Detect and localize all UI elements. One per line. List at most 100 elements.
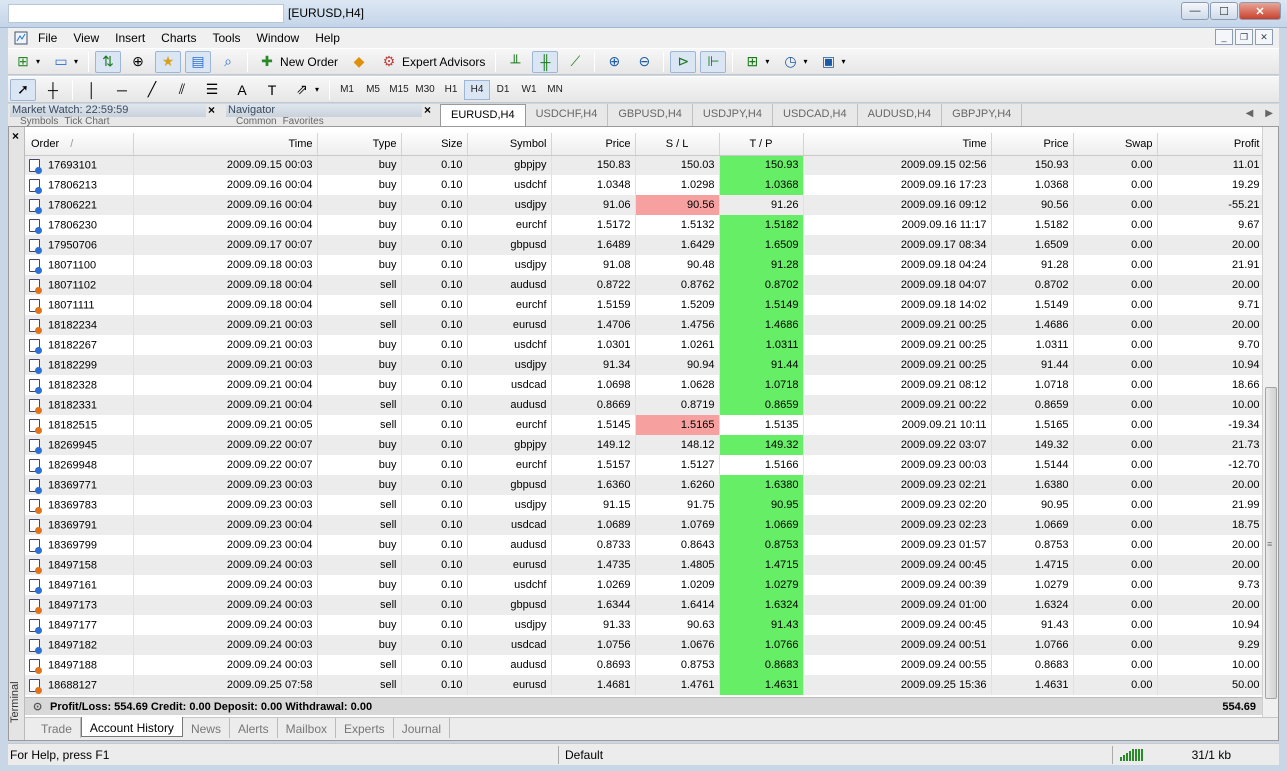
column-header-open-time[interactable]: Time (133, 133, 318, 156)
tab-right-arrow-icon[interactable]: ▶ (1265, 108, 1273, 119)
terminal-tab-trade[interactable]: Trade (33, 718, 81, 738)
strategy-tester-button[interactable]: ⌕ (215, 51, 241, 73)
arrows-button[interactable]: ⇗ ▾ (289, 79, 323, 101)
terminal-close-button[interactable]: × (12, 129, 19, 143)
periods-button[interactable]: ◷ ▾ (777, 51, 811, 73)
text-button[interactable]: A (229, 79, 255, 101)
market-watch-close-button[interactable]: × (208, 103, 215, 117)
line-chart-button[interactable]: ⟋ (562, 51, 588, 73)
templates-button[interactable]: ▣ ▾ (815, 51, 849, 73)
table-row[interactable]: 18269945 2009.09.22 00:07 buy 0.10 gbpjpy 149… (25, 435, 1265, 455)
zoom-out-button[interactable]: ⊖ (631, 51, 657, 73)
table-row[interactable]: 18497161 2009.09.24 00:03 buy 0.10 usdchf 1.0… (25, 575, 1265, 595)
column-header-close-time[interactable]: Time (803, 133, 992, 156)
table-row[interactable]: 18182267 2009.09.21 00:03 buy 0.10 usdchf 1.0… (25, 335, 1265, 355)
bar-chart-button[interactable]: ╨ (502, 51, 528, 73)
navigator-button[interactable]: ★ (155, 50, 182, 73)
table-row[interactable]: 18497188 2009.09.24 00:03 sell 0.10 audusd 0.… (25, 655, 1265, 675)
menu-charts[interactable]: Charts (155, 31, 206, 45)
trendline-button[interactable]: ╱ (139, 79, 165, 101)
connection-bars-icon[interactable] (1120, 747, 1146, 761)
chart-tab-gbpusd-h4[interactable]: GBPUSD,H4 (608, 104, 693, 126)
terminal-tab-mailbox[interactable]: Mailbox (278, 718, 336, 738)
candlestick-button[interactable]: ╫ (532, 50, 559, 73)
column-header-stop-loss[interactable]: S / L (635, 133, 720, 156)
table-row[interactable]: 17693101 2009.09.15 00:03 buy 0.10 gbpjpy 150… (25, 155, 1265, 175)
status-profile[interactable]: Default (558, 746, 603, 764)
indicators-button[interactable]: ⊞ ▾ (739, 51, 773, 73)
terminal-tab-account-history[interactable]: Account History (80, 717, 183, 737)
chart-tab-audusd-h4[interactable]: AUDUSD,H4 (858, 104, 943, 126)
timeframe-m1[interactable]: M1 (334, 80, 360, 100)
table-row[interactable]: 17806221 2009.09.16 00:04 buy 0.10 usdjpy 91.… (25, 195, 1265, 215)
chart-tab-usdchf-h4[interactable]: USDCHF,H4 (526, 104, 609, 126)
table-row[interactable]: 18497158 2009.09.24 00:03 sell 0.10 eurusd 1.… (25, 555, 1265, 575)
data-window-button[interactable]: ⊕ (125, 51, 151, 73)
table-row[interactable]: 18369791 2009.09.23 00:04 sell 0.10 usdcad 1.… (25, 515, 1265, 535)
column-header-symbol[interactable]: Symbol (467, 133, 552, 156)
app-icon[interactable] (10, 29, 32, 47)
timeframe-m30[interactable]: M30 (412, 80, 438, 100)
text-label-button[interactable]: T (259, 79, 285, 101)
column-header-type[interactable]: Type (317, 133, 402, 156)
timeframe-w1[interactable]: W1 (516, 80, 542, 100)
table-row[interactable]: 18071102 2009.09.18 00:04 sell 0.10 audusd 0.… (25, 275, 1265, 295)
table-row[interactable]: 18497182 2009.09.24 00:03 buy 0.10 usdcad 1.0… (25, 635, 1265, 655)
column-header-swap[interactable]: Swap (1073, 133, 1158, 156)
column-header-size[interactable]: Size (401, 133, 468, 156)
timeframe-h4[interactable]: H4 (464, 79, 491, 100)
table-row[interactable]: 18071111 2009.09.18 00:04 sell 0.10 eurchf 1.… (25, 295, 1265, 315)
table-row[interactable]: 18688127 2009.09.25 07:58 sell 0.10 eurusd 1.… (25, 675, 1265, 695)
new-chart-button[interactable]: ⊞ ▾ (10, 51, 44, 73)
table-row[interactable]: 18071100 2009.09.18 00:03 buy 0.10 usdjpy 91.… (25, 255, 1265, 275)
mdi-minimize-button[interactable]: _ (1215, 29, 1233, 45)
table-row[interactable]: 17806230 2009.09.16 00:04 buy 0.10 eurchf 1.5… (25, 215, 1265, 235)
profiles-button[interactable]: ▭ ▾ (48, 51, 82, 73)
vertical-line-button[interactable]: │ (79, 79, 105, 101)
market-watch-button[interactable]: ⇅ (95, 50, 122, 73)
mdi-restore-button[interactable]: ❐ (1235, 29, 1253, 45)
table-row[interactable]: 18269948 2009.09.22 00:07 buy 0.10 eurchf 1.5… (25, 455, 1265, 475)
table-row[interactable]: 18369783 2009.09.23 00:03 sell 0.10 usdjpy 91… (25, 495, 1265, 515)
terminal-tab-journal[interactable]: Journal (394, 718, 451, 738)
fibonacci-button[interactable]: ☰ (199, 79, 225, 101)
table-row[interactable]: 18182331 2009.09.21 00:04 sell 0.10 audusd 0.… (25, 395, 1265, 415)
tab-left-arrow-icon[interactable]: ◀ (1246, 108, 1254, 119)
menu-view[interactable]: View (67, 31, 109, 45)
timeframe-d1[interactable]: D1 (490, 80, 516, 100)
timeframe-mn[interactable]: MN (542, 80, 568, 100)
column-header-close-price[interactable]: Price (991, 133, 1074, 156)
new-order-button[interactable]: ✚ New Order (254, 51, 342, 73)
table-row[interactable]: 18182299 2009.09.21 00:03 buy 0.10 usdjpy 91.… (25, 355, 1265, 375)
menu-help[interactable]: Help (309, 31, 350, 45)
timeframe-m15[interactable]: M15 (386, 80, 412, 100)
table-row[interactable]: 18497177 2009.09.24 00:03 buy 0.10 usdjpy 91.… (25, 615, 1265, 635)
table-row[interactable]: 17950706 2009.09.17 00:07 buy 0.10 gbpusd 1.6… (25, 235, 1265, 255)
chart-shift-button[interactable]: ⊩ (700, 50, 727, 73)
chart-tab-usdjpy-h4[interactable]: USDJPY,H4 (693, 104, 773, 126)
navigator-close-button[interactable]: × (424, 103, 431, 117)
timeframe-m5[interactable]: M5 (360, 80, 386, 100)
column-header-open-price[interactable]: Price (551, 133, 636, 156)
menu-window[interactable]: Window (251, 31, 310, 45)
autoscroll-button[interactable]: ⊳ (670, 50, 697, 73)
table-row[interactable]: 17806213 2009.09.16 00:04 buy 0.10 usdchf 1.0… (25, 175, 1265, 195)
table-row[interactable]: 18369771 2009.09.23 00:03 buy 0.10 gbpusd 1.6… (25, 475, 1265, 495)
vertical-scrollbar[interactable]: ≡ (1262, 127, 1278, 717)
expert-advisors-button[interactable]: ⚙ Expert Advisors (376, 51, 489, 73)
chart-tab-eurusd-h4[interactable]: EURUSD,H4 (440, 104, 526, 126)
terminal-button[interactable]: ▤ (185, 50, 212, 73)
terminal-tab-experts[interactable]: Experts (336, 718, 394, 738)
column-header-profit[interactable]: Profit (1157, 133, 1265, 156)
table-row[interactable]: 18369799 2009.09.23 00:04 buy 0.10 audusd 0.8… (25, 535, 1265, 555)
menu-tools[interactable]: Tools (207, 31, 251, 45)
menu-insert[interactable]: Insert (109, 31, 155, 45)
equidistant-channel-button[interactable]: ⫽ (169, 79, 195, 101)
maximize-button[interactable]: ☐ (1210, 2, 1238, 20)
close-button[interactable]: ✕ (1239, 2, 1281, 20)
timeframe-h1[interactable]: H1 (438, 80, 464, 100)
horizontal-line-button[interactable]: ─ (109, 79, 135, 101)
table-row[interactable]: 18182515 2009.09.21 00:05 sell 0.10 eurchf 1.… (25, 415, 1265, 435)
minimize-button[interactable]: — (1181, 2, 1209, 20)
chart-tab-usdcad-h4[interactable]: USDCAD,H4 (773, 104, 858, 126)
